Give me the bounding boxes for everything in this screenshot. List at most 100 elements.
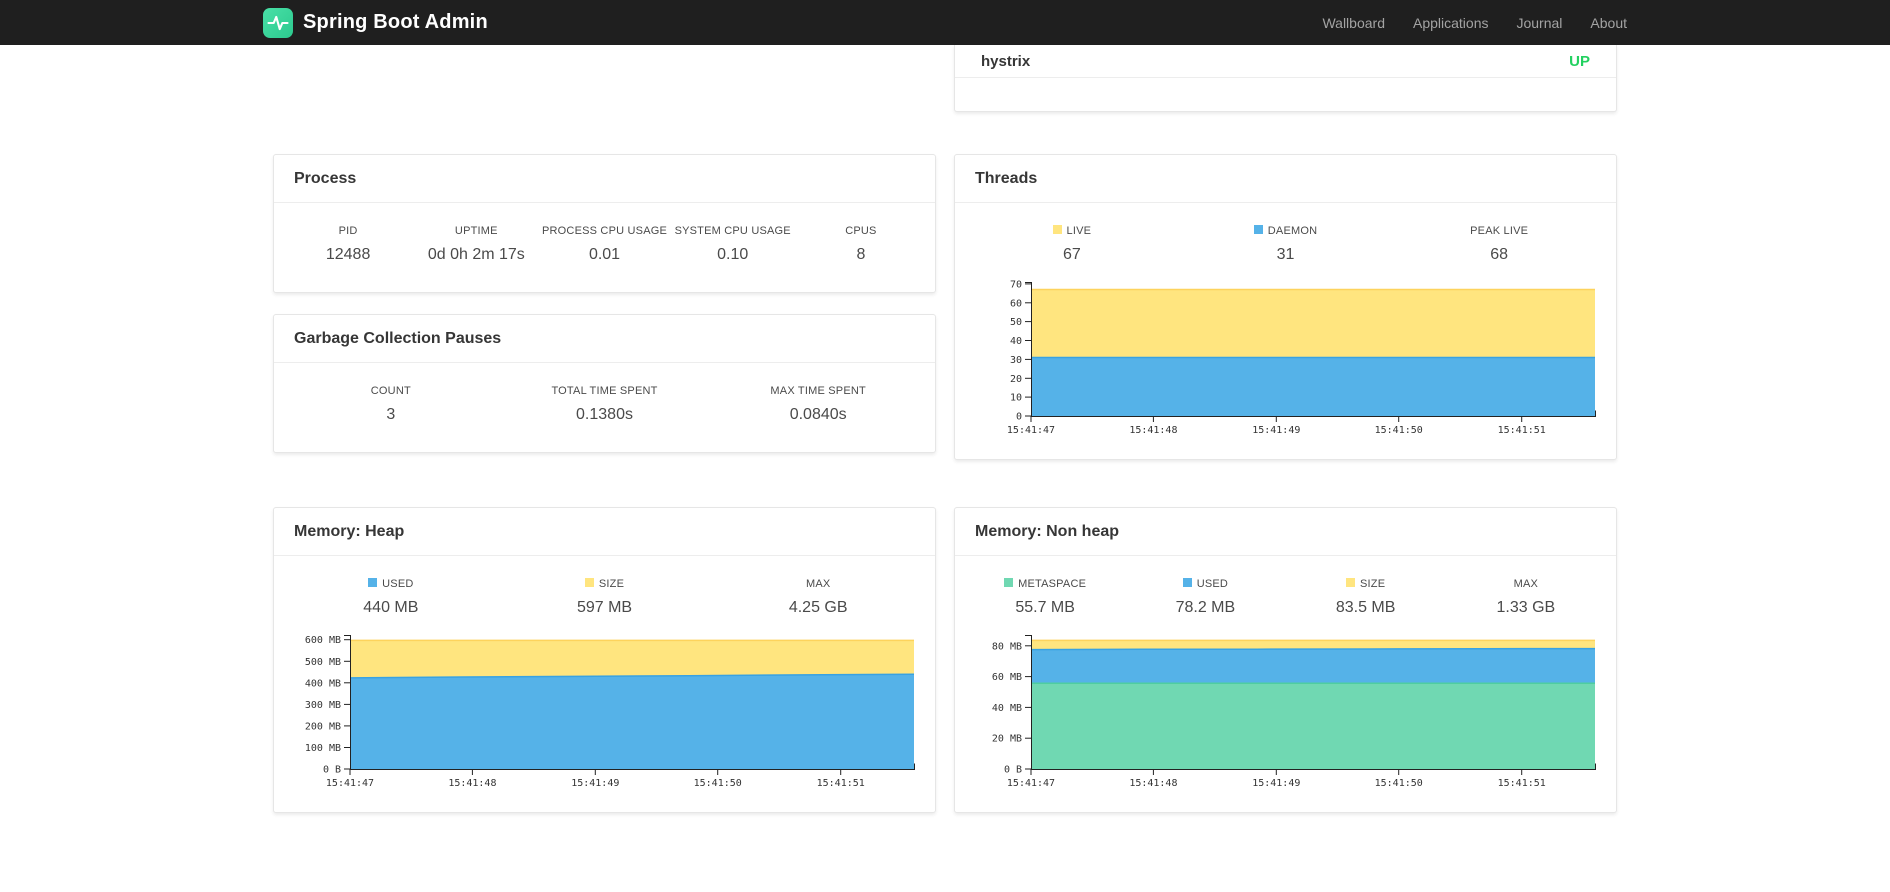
stat-value: 597 MB — [576, 599, 633, 616]
svg-text:50: 50 — [1010, 317, 1022, 328]
legend-item-size: SIZE 83.5 MB — [1286, 578, 1446, 617]
stat-gc-total: TOTAL TIME SPENT 0.1380s — [498, 385, 712, 424]
stat-value: 67 — [1062, 246, 1081, 263]
svg-text:20 MB: 20 MB — [992, 734, 1022, 745]
svg-text:0 B: 0 B — [1004, 765, 1022, 776]
legend-swatch-icon — [1004, 578, 1014, 587]
svg-text:15:41:47: 15:41:47 — [1007, 425, 1055, 436]
stat-value: 1.33 GB — [1496, 599, 1556, 616]
stat-value: 440 MB — [363, 599, 419, 616]
panel-title: Memory: Non heap — [955, 508, 1616, 556]
nav-link-about[interactable]: About — [1590, 15, 1627, 31]
navbar: Spring Boot Admin Wallboard Applications… — [0, 0, 1890, 45]
stat-system-cpu: SYSTEM CPU USAGE 0.10 — [669, 225, 797, 264]
stat-label: MAX — [1513, 578, 1539, 590]
nav-link-wallboard[interactable]: Wallboard — [1322, 15, 1385, 31]
threads-legend: LIVE 67 DAEMON 31 PEAK LIVE 68 — [955, 203, 1616, 274]
svg-text:30: 30 — [1010, 355, 1022, 366]
svg-text:10: 10 — [1010, 393, 1022, 404]
stat-gc-count: COUNT 3 — [284, 385, 498, 424]
legend-item-used: USED 78.2 MB — [1125, 578, 1285, 617]
stat-value: 4.25 GB — [788, 599, 848, 616]
stat-label: MAX TIME SPENT — [770, 385, 866, 397]
panel-title: Memory: Heap — [274, 508, 935, 556]
stat-value: 0d 0h 2m 17s — [427, 246, 525, 263]
svg-text:15:41:47: 15:41:47 — [326, 778, 374, 789]
stat-label: CPUS — [845, 225, 877, 237]
stat-value: 78.2 MB — [1175, 599, 1236, 616]
legend-item-live: LIVE 67 — [965, 225, 1179, 264]
pulse-logo-icon — [263, 7, 293, 38]
stat-label: MAX — [805, 578, 831, 590]
panel-memory-heap: Memory: Heap USED 440 MB SIZE 597 MB MAX… — [273, 507, 936, 813]
nonheap-legend: METASPACE 55.7 MB USED 78.2 MB SIZE 83.5… — [955, 556, 1616, 627]
legend-swatch-icon — [1182, 578, 1192, 587]
nav-links: Wallboard Applications Journal About — [1322, 15, 1627, 31]
stat-value: 8 — [856, 246, 866, 263]
svg-text:40: 40 — [1010, 336, 1022, 347]
nonheap-memory-chart: 0 B 20 MB 40 MB 60 MB 80 MB 15:41:47 15:41:48 1… — [955, 627, 1616, 812]
stat-label: METASPACE — [1018, 578, 1087, 590]
svg-text:15:41:48: 15:41:48 — [1129, 425, 1177, 436]
svg-text:15:41:49: 15:41:49 — [571, 778, 619, 789]
svg-text:15:41:51: 15:41:51 — [1498, 778, 1546, 789]
svg-text:400 MB: 400 MB — [305, 678, 341, 689]
panel-title: Threads — [955, 155, 1616, 203]
legend-swatch-icon — [1052, 225, 1062, 234]
instance-name: hystrix — [981, 53, 1031, 70]
stat-label: UPTIME — [454, 225, 498, 237]
panel-title: Garbage Collection Pauses — [274, 315, 935, 363]
stat-label: SIZE — [598, 578, 625, 590]
legend-item-max: MAX 4.25 GB — [711, 578, 925, 617]
instance-row-hystrix[interactable]: hystrix UP — [955, 45, 1616, 78]
svg-text:600 MB: 600 MB — [305, 635, 341, 646]
stat-gc-max: MAX TIME SPENT 0.0840s — [711, 385, 925, 424]
legend-item-metaspace: METASPACE 55.7 MB — [965, 578, 1125, 617]
svg-text:20: 20 — [1010, 374, 1022, 385]
stat-value: 68 — [1490, 246, 1509, 263]
stat-label: USED — [382, 578, 414, 590]
legend-swatch-icon — [1346, 578, 1355, 587]
svg-text:15:41:47: 15:41:47 — [1007, 778, 1055, 789]
stat-label: PROCESS CPU USAGE — [541, 225, 668, 237]
nav-link-applications[interactable]: Applications — [1413, 15, 1489, 31]
brand[interactable]: Spring Boot Admin — [263, 7, 488, 38]
svg-text:15:41:48: 15:41:48 — [1129, 778, 1177, 789]
svg-text:15:41:50: 15:41:50 — [1375, 778, 1423, 789]
panel-memory-nonheap: Memory: Non heap METASPACE 55.7 MB USED … — [954, 507, 1617, 813]
row-top: hystrix UP — [273, 45, 1617, 112]
stat-value: 12488 — [325, 246, 371, 263]
stat-label: DAEMON — [1267, 225, 1318, 237]
svg-text:15:41:50: 15:41:50 — [694, 778, 742, 789]
svg-text:15:41:51: 15:41:51 — [1498, 425, 1546, 436]
nav-link-journal[interactable]: Journal — [1516, 15, 1562, 31]
panel-process: Process PID 12488 UPTIME 0d 0h 2m 17s PR… — [273, 154, 936, 293]
process-stats: PID 12488 UPTIME 0d 0h 2m 17s PROCESS CP… — [274, 203, 935, 292]
legend-item-size: SIZE 597 MB — [498, 578, 712, 617]
threads-chart: 0 10 20 30 40 50 60 70 15:41:47 15:41:48 15:41:49 1… — [955, 274, 1616, 459]
svg-text:100 MB: 100 MB — [305, 743, 341, 754]
row-main: Process PID 12488 UPTIME 0d 0h 2m 17s PR… — [273, 154, 1617, 460]
stat-label: SIZE — [1360, 578, 1386, 590]
stat-label: LIVE — [1066, 225, 1092, 237]
legend-item-peak-live: PEAK LIVE 68 — [1392, 225, 1606, 264]
status-badge: UP — [1569, 53, 1590, 70]
svg-text:70: 70 — [1010, 279, 1022, 290]
svg-text:15:41:50: 15:41:50 — [1375, 425, 1423, 436]
stat-pid: PID 12488 — [284, 225, 412, 264]
svg-text:500 MB: 500 MB — [305, 657, 341, 668]
stat-value: 0.0840s — [789, 406, 847, 423]
svg-text:15:41:49: 15:41:49 — [1252, 425, 1300, 436]
stat-value: 55.7 MB — [1015, 599, 1075, 616]
svg-text:15:41:51: 15:41:51 — [817, 778, 865, 789]
stat-uptime: UPTIME 0d 0h 2m 17s — [412, 225, 540, 264]
svg-text:40 MB: 40 MB — [992, 703, 1022, 714]
legend-item-daemon: DAEMON 31 — [1179, 225, 1393, 264]
svg-text:0 B: 0 B — [323, 765, 341, 776]
stat-label: SYSTEM CPU USAGE — [674, 225, 791, 237]
svg-text:60: 60 — [1010, 298, 1022, 309]
svg-text:80 MB: 80 MB — [992, 641, 1022, 652]
legend-item-used: USED 440 MB — [284, 578, 498, 617]
svg-text:200 MB: 200 MB — [305, 721, 341, 732]
row-bottom: Memory: Heap USED 440 MB SIZE 597 MB MAX… — [273, 507, 1617, 813]
